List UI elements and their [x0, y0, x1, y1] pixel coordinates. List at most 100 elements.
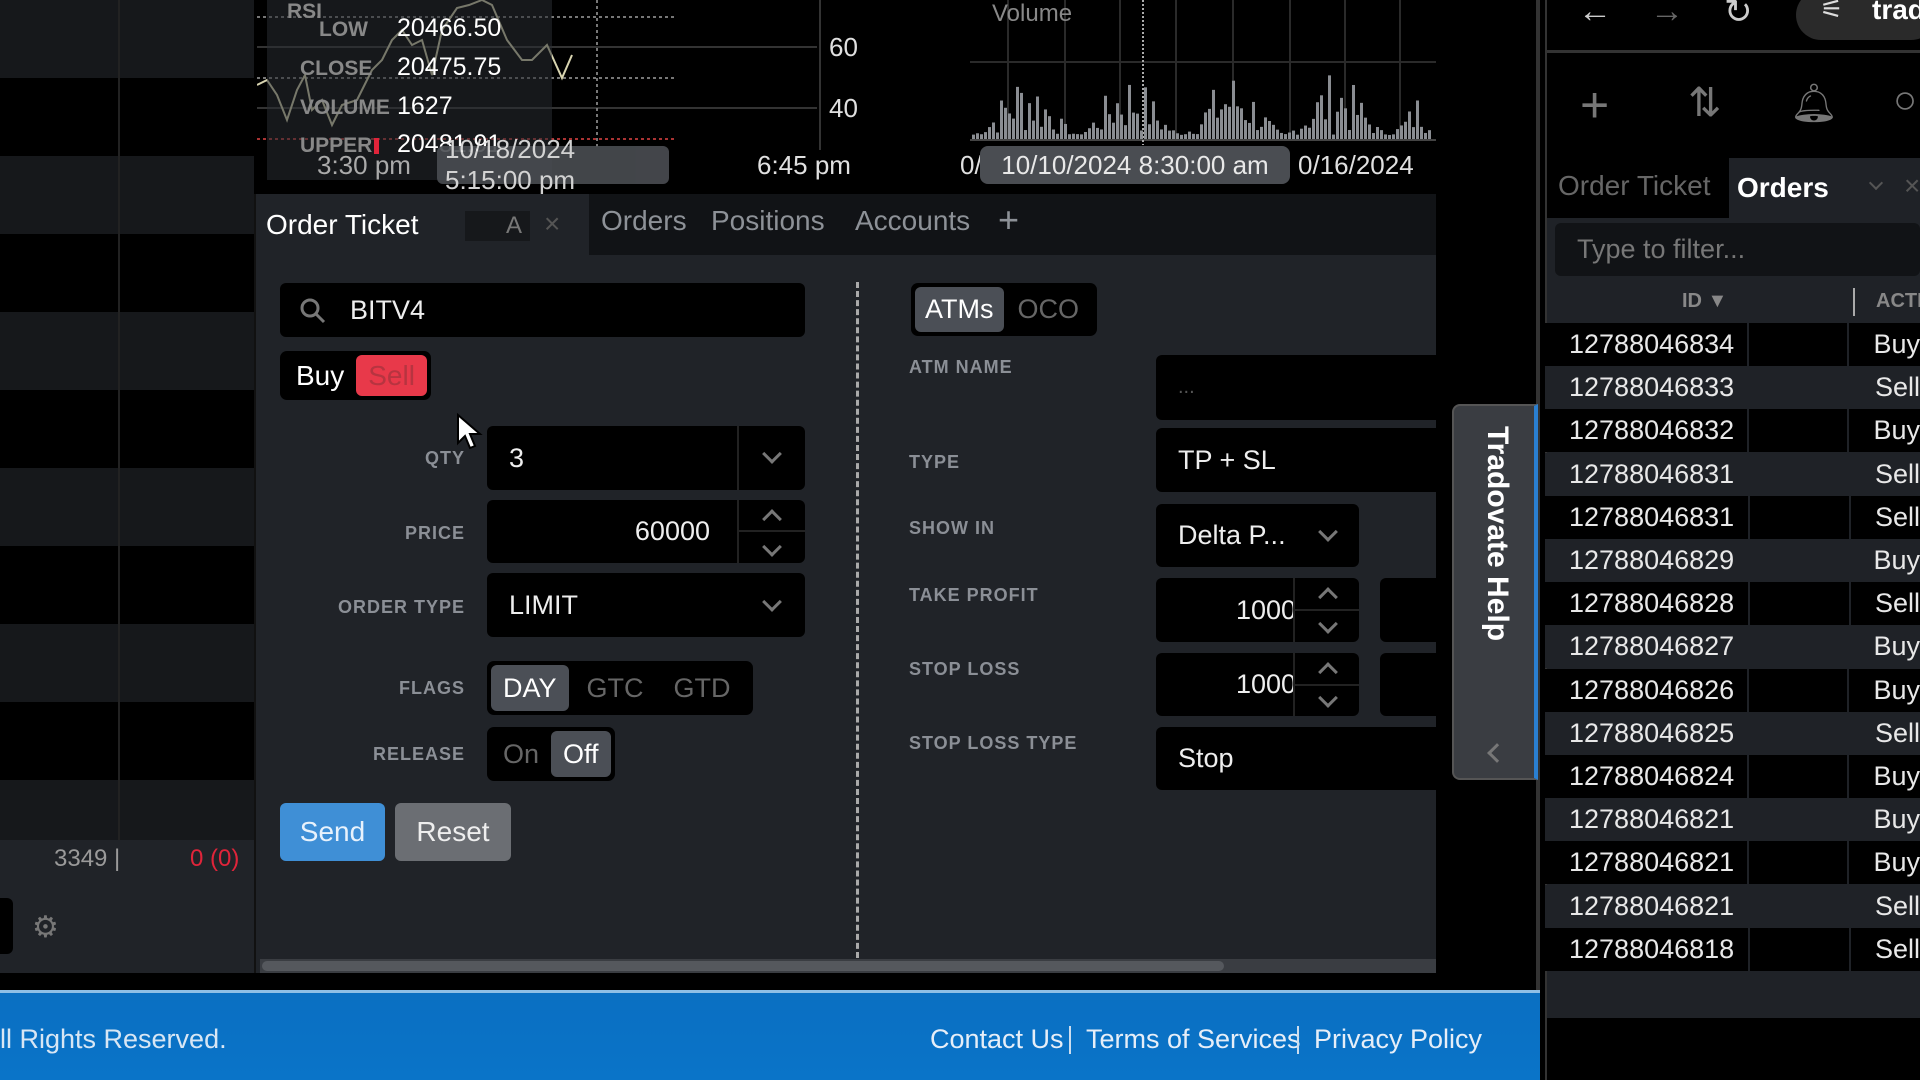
volume-bar	[1380, 130, 1383, 139]
order-id: 12788046824	[1545, 755, 1747, 798]
table-row[interactable]: 12788046824 Buy	[1545, 755, 1920, 798]
table-row[interactable]: 12788046821 Buy	[1545, 841, 1920, 885]
filter-input[interactable]: Type to filter...	[1555, 223, 1920, 276]
release-off[interactable]: Off	[551, 731, 611, 777]
order-id: 12788046833	[1569, 372, 1735, 403]
table-row[interactable]: 12788046827 Buy	[1545, 625, 1920, 669]
table-row[interactable]: 12788046834 Buy	[1545, 323, 1920, 366]
table-row[interactable]: 12788046821 Sell	[1545, 884, 1920, 928]
transfer-arrows-icon[interactable]: ⇅	[1688, 80, 1722, 126]
volume-bar	[1292, 130, 1295, 139]
chevron-left-icon[interactable]	[1487, 743, 1507, 763]
privacy-policy-link[interactable]: Privacy Policy	[1314, 1024, 1482, 1055]
volume-bar	[1300, 128, 1303, 139]
volume-bar	[1056, 133, 1059, 139]
tab-badge[interactable]: A	[465, 211, 530, 241]
table-row[interactable]: 12788046828 Sell	[1545, 582, 1920, 626]
bell-icon[interactable]: 🔔︎	[1790, 82, 1838, 126]
close-icon[interactable]: ×	[1904, 170, 1920, 202]
volume-bar	[1400, 125, 1403, 139]
volume-bar	[976, 133, 979, 139]
atm-oco-toggle[interactable]: ATMs OCO	[911, 283, 1098, 336]
table-row[interactable]: 12788046833 Sell	[1545, 366, 1920, 410]
atm-name-input[interactable]: ...	[1156, 355, 1436, 420]
tab-positions[interactable]: Positions	[711, 205, 825, 237]
flag-day[interactable]: DAY	[491, 665, 569, 711]
flags-toggle[interactable]: DAY GTC GTD	[487, 661, 753, 715]
sell-button[interactable]: Sell	[356, 355, 427, 396]
buy-button[interactable]: Buy	[284, 355, 356, 396]
tab-accounts[interactable]: Accounts	[855, 205, 970, 237]
stop-loss-extra-field[interactable]	[1380, 653, 1436, 716]
volume-bar	[1040, 126, 1043, 139]
atm-type-select[interactable]: TP + SL	[1156, 428, 1436, 492]
volume-bar	[1204, 112, 1207, 139]
volume-bar	[1408, 111, 1411, 139]
rsi-chart[interactable]: RSI LOW 20466.50 CLOSE 20475.75 VOLUME 1…	[257, 0, 955, 195]
volume-bar	[1304, 125, 1307, 139]
search-icon[interactable]: ○	[1893, 78, 1917, 123]
volume-bar	[1088, 128, 1091, 139]
scrollbar-thumb[interactable]	[262, 961, 1224, 971]
volume-bar	[1032, 120, 1035, 139]
site-settings-icon[interactable]: ⚟	[1820, 0, 1843, 25]
table-row[interactable]: 12788046831 Sell	[1545, 495, 1920, 539]
stop-loss-type-select[interactable]: Stop	[1156, 727, 1436, 790]
gear-icon[interactable]: ⚙	[32, 910, 59, 945]
tradovate-help-tab[interactable]: Tradovate Help	[1452, 404, 1538, 780]
volume-bar	[1308, 127, 1311, 139]
atms-tab[interactable]: ATMs	[915, 287, 1004, 332]
symbol-search-input[interactable]: BITV4	[280, 283, 805, 337]
tab-orders[interactable]: Orders	[601, 205, 687, 237]
add-icon[interactable]: +	[1580, 76, 1609, 134]
table-row[interactable]: 12788046826 Buy	[1545, 668, 1920, 712]
table-row[interactable]: 12788046829 Buy	[1545, 539, 1920, 582]
order-action: Buy	[1849, 755, 1920, 798]
table-row[interactable]: 12788046821 Buy	[1545, 798, 1920, 842]
table-row[interactable]: 12788046818 Sell	[1545, 927, 1920, 971]
flag-gtd[interactable]: GTD	[662, 665, 749, 711]
order-type-select[interactable]: LIMIT	[487, 573, 805, 637]
volume-chart[interactable]: Volume 0/ 10/10/2024 8:30:00 am 0/16/202…	[960, 0, 1436, 184]
tab-order-ticket[interactable]: Order Ticket	[1558, 170, 1710, 202]
side-toggle[interactable]: Buy Sell	[280, 351, 431, 400]
stop-loss-type-label: STOP LOSS TYPE	[909, 733, 1078, 753]
table-row[interactable]: 12788046825 Sell	[1545, 711, 1920, 755]
panel-divider[interactable]	[856, 282, 859, 967]
volume-bar	[984, 132, 987, 139]
reload-icon[interactable]: ↻	[1724, 0, 1753, 32]
volume-bar	[1112, 122, 1115, 139]
reset-button[interactable]: Reset	[395, 803, 511, 861]
volume-bar	[1120, 114, 1123, 139]
contact-us-link[interactable]: Contact Us	[930, 1024, 1064, 1055]
terms-link[interactable]: Terms of Services	[1086, 1024, 1301, 1055]
table-row[interactable]: 12788046831 Sell	[1545, 452, 1920, 496]
send-button[interactable]: Send	[280, 803, 385, 861]
release-toggle[interactable]: On Off	[487, 727, 615, 781]
search-icon	[300, 298, 326, 324]
chevron-down-icon[interactable]	[1868, 175, 1884, 191]
volume-bar	[1024, 130, 1027, 139]
qty-input[interactable]: 3	[487, 426, 805, 490]
url-text[interactable]: trad	[1872, 0, 1920, 26]
take-profit-extra-field[interactable]	[1380, 578, 1436, 642]
tab-order-ticket-label[interactable]: Order Ticket	[266, 209, 418, 241]
volume-bar	[1356, 114, 1359, 139]
back-icon[interactable]: ←	[1578, 0, 1612, 31]
flag-gtc[interactable]: GTC	[569, 665, 662, 711]
add-tab-button[interactable]: +	[998, 199, 1019, 241]
oco-tab[interactable]: OCO	[1004, 287, 1094, 332]
volume-bar	[980, 134, 983, 139]
close-icon[interactable]: ×	[544, 208, 560, 240]
legend-value: 1627	[397, 92, 453, 120]
release-label: RELEASE	[372, 744, 465, 764]
tab-orders[interactable]: Orders ×	[1729, 158, 1920, 218]
release-on[interactable]: On	[491, 731, 551, 777]
volume-bar	[1236, 106, 1239, 139]
column-header-action[interactable]: ACTI	[1876, 290, 1920, 313]
volume-bar	[1124, 125, 1127, 139]
table-row[interactable]: 12788046832 Buy	[1545, 409, 1920, 453]
column-header-id[interactable]: ID ▼	[1682, 290, 1727, 313]
forward-icon[interactable]: →	[1650, 0, 1684, 31]
volume-bar	[1296, 134, 1299, 139]
